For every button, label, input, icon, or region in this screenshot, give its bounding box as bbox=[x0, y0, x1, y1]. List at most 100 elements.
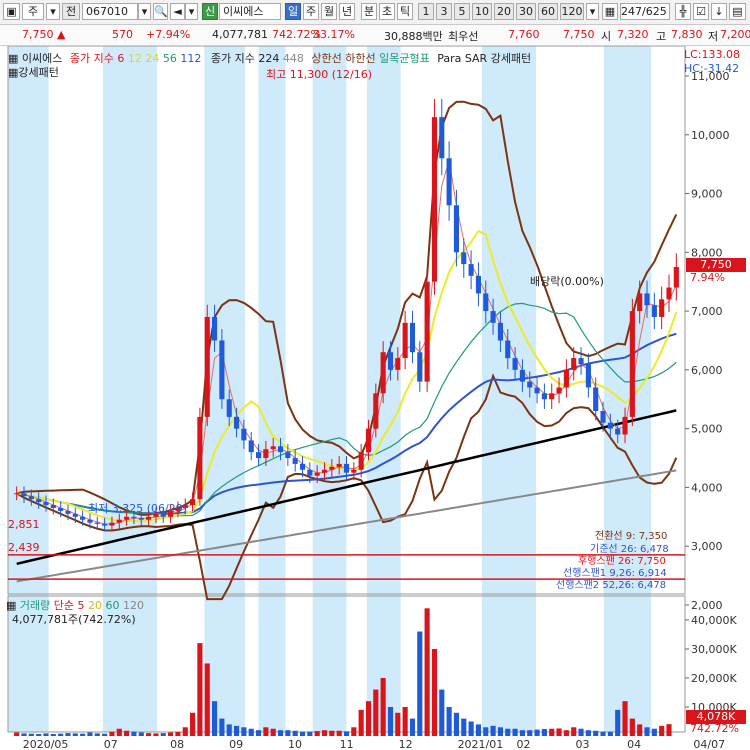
legend-ma-24[interactable]: 24 bbox=[145, 52, 159, 65]
interval-3[interactable]: 3 bbox=[436, 3, 452, 20]
x-tick-label-3: 09 bbox=[229, 738, 243, 750]
candle-body-75 bbox=[563, 369, 569, 388]
candle-body-82 bbox=[615, 428, 621, 435]
volume-bar-11 bbox=[94, 733, 100, 736]
volume-bar-44 bbox=[336, 730, 342, 736]
crosshair-icon[interactable]: ╬ bbox=[675, 3, 691, 20]
candle-body-8 bbox=[72, 513, 78, 517]
volume-bar-5 bbox=[50, 733, 56, 736]
volume-bar-27 bbox=[212, 701, 218, 736]
legend-ma-56[interactable]: 56 bbox=[163, 52, 177, 65]
record-count-field[interactable]: 247/625 bbox=[620, 3, 670, 20]
checkbox-icon[interactable]: ☑ bbox=[693, 3, 709, 20]
arrow-down-icon[interactable]: ↓ bbox=[711, 3, 727, 20]
chart-type-dropdown-icon[interactable]: ▾ bbox=[46, 3, 60, 20]
tab-monthly[interactable]: 월 bbox=[321, 3, 337, 20]
volume-bar-55 bbox=[417, 631, 423, 736]
volume-bar-71 bbox=[534, 729, 540, 736]
interval-60[interactable]: 60 bbox=[538, 3, 558, 20]
interval-20[interactable]: 20 bbox=[494, 3, 514, 20]
new-badge: 신 bbox=[202, 3, 218, 20]
volume-bar-25 bbox=[197, 643, 203, 736]
x-tick-label-5: 11 bbox=[340, 738, 354, 750]
dividend-annotation: 배당락(0.00%) bbox=[530, 275, 604, 288]
volume-bar-61 bbox=[461, 718, 467, 736]
volume-bar-34 bbox=[263, 727, 269, 736]
x-tick-label-11: 04/07 bbox=[693, 738, 725, 750]
volume-tick-label-2: 30,000K bbox=[691, 643, 737, 656]
volume-bar-60 bbox=[453, 712, 460, 736]
candle-body-38 bbox=[292, 458, 298, 464]
quote-bar: 7,750 ▲ 570 +7.94% 4,077,781 742.72% 33.… bbox=[0, 25, 750, 46]
volume-bar-58 bbox=[439, 689, 445, 736]
interval-10[interactable]: 10 bbox=[472, 3, 492, 20]
current-price: 7,750 ▲ bbox=[22, 28, 66, 41]
interval-30[interactable]: 30 bbox=[516, 3, 536, 20]
stock-code-input[interactable]: 067010 bbox=[82, 3, 138, 20]
candle-body-43 bbox=[329, 466, 335, 470]
volume-bar-16 bbox=[131, 731, 137, 736]
layout-icon[interactable]: ▣ bbox=[3, 3, 20, 20]
search-icon[interactable]: 🔍 bbox=[153, 3, 168, 20]
candle-body-54 bbox=[409, 322, 416, 353]
volume-bar-68 bbox=[512, 728, 518, 736]
tab-yearly[interactable]: 년 bbox=[339, 3, 355, 20]
volume-bar-63 bbox=[475, 724, 481, 736]
tab-weekly[interactable]: 주 bbox=[303, 3, 319, 20]
interval-1[interactable]: 1 bbox=[418, 3, 434, 20]
legend-upper-band[interactable]: 상한선 bbox=[311, 52, 341, 65]
price-tick-label-4: 6,000 bbox=[691, 364, 723, 377]
high-annotation: 최고 11,300 (12/16) bbox=[266, 68, 373, 81]
legend-ma-112[interactable]: 112 bbox=[180, 52, 201, 65]
grid-settings-icon[interactable]: ▤ bbox=[729, 3, 746, 20]
candle-body-0 bbox=[14, 493, 20, 495]
legend-ma2-title[interactable]: 종가 지수 224 bbox=[211, 52, 279, 65]
candle-body-35 bbox=[270, 446, 276, 450]
candle-body-40 bbox=[307, 469, 313, 476]
candle-body-78 bbox=[585, 363, 591, 388]
volume-bar-20 bbox=[160, 733, 166, 736]
period-select[interactable]: 전 bbox=[62, 3, 80, 20]
tab-daily[interactable]: 일 bbox=[285, 3, 301, 20]
volume-bar-0 bbox=[14, 732, 20, 736]
legend-ma-title[interactable]: 종가 지수 6 bbox=[70, 52, 124, 65]
legend-ma-12[interactable]: 12 bbox=[128, 52, 142, 65]
candle-body-74 bbox=[556, 387, 562, 394]
volume-bar-80 bbox=[600, 731, 606, 736]
volume-tick-label-3: 40,000K bbox=[691, 614, 737, 627]
x-tick-label-1: 07 bbox=[104, 738, 118, 750]
code-dropdown-icon[interactable]: ▾ bbox=[138, 3, 151, 20]
candle-body-73 bbox=[549, 393, 555, 400]
volume-bar-35 bbox=[270, 728, 276, 736]
candle-body-65 bbox=[490, 311, 496, 323]
speaker-dropdown-icon[interactable]: ▾ bbox=[185, 3, 198, 20]
stock-chart[interactable]: 2,0003,0004,0005,0006,0007,0008,0009,000… bbox=[0, 46, 750, 750]
interval-dropdown-icon[interactable]: ▾ bbox=[586, 3, 599, 20]
grid-icon[interactable]: ▦ bbox=[602, 3, 618, 20]
volume-bar-22 bbox=[175, 731, 181, 736]
legend-bull-pattern[interactable]: 강세패턴 bbox=[18, 66, 58, 79]
chart-type-select[interactable]: 주 bbox=[22, 3, 44, 20]
volume-bar-32 bbox=[248, 728, 254, 736]
legend-ichimoku[interactable]: 일목균형표 bbox=[379, 52, 430, 65]
best-ask-value: 7,750 bbox=[563, 28, 595, 41]
legend-ma2-448[interactable]: 448 bbox=[283, 52, 304, 65]
tab-minute[interactable]: 분 bbox=[361, 3, 377, 20]
speaker-icon[interactable]: ◄ bbox=[170, 3, 185, 20]
candle-body-37 bbox=[285, 452, 291, 459]
volume-bar-50 bbox=[380, 677, 386, 736]
volume-bar-87 bbox=[651, 728, 657, 736]
volume-bar-21 bbox=[168, 732, 174, 736]
volume-bar-72 bbox=[541, 729, 547, 736]
legend-parasar[interactable]: Para SAR 강세패턴 bbox=[437, 52, 531, 65]
interval-120[interactable]: 120 bbox=[560, 3, 584, 20]
tab-second[interactable]: 초 bbox=[379, 3, 395, 20]
interval-5[interactable]: 5 bbox=[454, 3, 470, 20]
ichimoku-lead2: 선행스팬2 52,26: 6,478 bbox=[556, 580, 667, 591]
legend-lower-band[interactable]: 하한선 bbox=[345, 52, 375, 65]
candle-body-24 bbox=[190, 499, 196, 506]
tab-tick[interactable]: 틱 bbox=[397, 3, 413, 20]
volume-bar-42 bbox=[321, 730, 328, 736]
volume-bar-75 bbox=[563, 730, 569, 736]
candle-body-32 bbox=[248, 440, 254, 453]
